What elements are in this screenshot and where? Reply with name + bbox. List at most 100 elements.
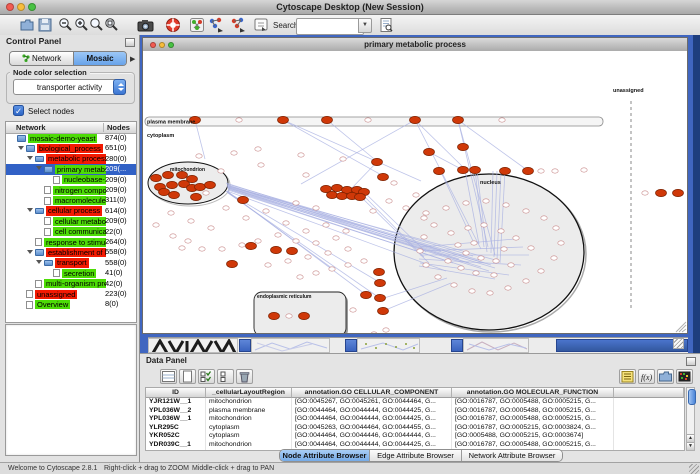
network-node[interactable] [423,263,429,267]
network-node-selected[interactable] [151,174,162,181]
network-node[interactable] [481,223,487,227]
table-cell[interactable]: YKR052C [146,432,206,441]
destroy-view-icon[interactable] [230,17,246,33]
network-view-window[interactable]: primary metabolic process plasma membran… [142,37,688,334]
network-node[interactable] [208,226,214,230]
tree-expander-icon[interactable] [27,250,33,254]
minimized-window[interactable] [251,338,330,353]
network-node[interactable] [642,191,648,195]
table-cell[interactable]: YJR121W__1 [146,398,206,407]
close-button[interactable] [6,3,14,11]
tree-expander-icon[interactable] [18,146,24,150]
net-zoom-button[interactable] [168,42,174,48]
network-node[interactable] [303,173,309,177]
network-node[interactable] [541,216,547,220]
network-node-selected[interactable] [424,148,435,155]
table-cell[interactable]: mitochondrion [206,415,292,424]
network-node[interactable] [493,259,499,263]
network-node[interactable] [513,236,519,240]
net-minimize-button[interactable] [159,42,165,48]
new-attribute-icon[interactable] [179,369,196,384]
network-node[interactable] [421,216,427,220]
network-node[interactable] [255,147,261,151]
network-node[interactable] [255,239,261,243]
search-dropdown-arrow[interactable]: ▼ [358,18,372,33]
float-panel-icon[interactable] [125,38,135,47]
network-node[interactable] [465,226,471,230]
plasma-membrane-compartment[interactable] [145,117,603,126]
network-canvas[interactable]: plasma membranecytoplasmmitochondrionnuc… [143,51,687,333]
network-node-selected[interactable] [167,181,178,188]
network-node[interactable] [528,246,534,250]
select-nodes-checkbox[interactable]: ✓ [13,105,24,116]
network-node-selected[interactable] [375,279,386,286]
network-node[interactable] [170,234,176,238]
table-cell[interactable]: [GO:0016787, GO:0005488, GO:0005215, G..… [452,415,614,424]
network-node-selected[interactable] [238,196,249,203]
network-node[interactable] [421,235,427,239]
net-close-button[interactable] [150,42,156,48]
zoom-in-icon[interactable] [73,17,89,33]
minimized-window-icon[interactable] [451,339,463,352]
table-cell[interactable]: mitochondrion [206,398,292,407]
network-node[interactable] [458,266,464,270]
network-node[interactable] [219,247,225,251]
tab-network[interactable]: Network [10,52,74,65]
network-node[interactable] [293,239,299,243]
network-node[interactable] [263,209,269,213]
table-scrollbar[interactable]: ▲ ▼ [686,387,695,451]
network-node-selected[interactable] [375,294,386,301]
network-window-titlebar[interactable]: primary metabolic process [143,38,687,52]
network-node[interactable] [293,201,299,205]
network-node[interactable] [491,273,497,277]
advanced-search-icon[interactable] [378,17,394,33]
network-node[interactable] [469,289,475,293]
network-node[interactable] [323,223,329,227]
app-resize-grip[interactable] [689,464,699,474]
network-node-selected[interactable] [673,189,684,196]
network-node[interactable] [168,211,174,215]
scroll-down-arrow[interactable]: ▼ [687,442,694,450]
network-manager-icon[interactable] [189,17,205,33]
network-node[interactable] [325,251,331,255]
network-node-selected[interactable] [287,247,298,254]
scrollbar-thumb[interactable] [688,389,696,405]
network-node[interactable] [423,211,429,215]
network-node[interactable] [343,229,349,233]
network-node[interactable] [417,249,423,253]
network-node-selected[interactable] [195,183,206,190]
network-node[interactable] [313,241,319,245]
tree-row[interactable]: nucleobase-209(0) [6,175,136,185]
main-titlebar[interactable]: Cytoscape Desktop (New Session) [0,0,700,15]
tree-expander-icon[interactable] [27,156,33,160]
network-node[interactable] [365,118,371,122]
zoom-out-icon[interactable] [57,17,73,33]
tree-expander-icon[interactable] [27,208,33,212]
network-node[interactable] [435,275,441,279]
network-node[interactable] [553,226,559,230]
table-cell[interactable]: cytoplasm [206,424,292,433]
attribute-table-icon[interactable] [160,369,177,384]
network-node-selected[interactable] [378,173,389,180]
unselect-attributes-icon[interactable] [217,369,234,384]
snapshot-camera-icon[interactable] [137,17,153,33]
function-builder-icon[interactable]: f(x) [638,369,655,384]
network-node[interactable] [361,259,367,263]
network-node[interactable] [403,206,409,210]
tree-row[interactable]: metabolic process280(0) [6,154,136,164]
tree-row[interactable]: Overview8(0) [6,299,136,309]
network-node[interactable] [188,219,194,223]
tree-row[interactable]: multi-organism pro42(0) [6,279,136,289]
tree-row[interactable]: mosaic-demo-yeast874(0) [6,133,136,143]
network-node-selected[interactable] [453,116,464,123]
search-input[interactable] [296,18,364,35]
minimize-button[interactable] [17,3,25,11]
network-node-selected[interactable] [355,193,366,200]
network-node-selected[interactable] [271,246,282,253]
network-node-selected[interactable] [246,242,257,249]
network-node-selected[interactable] [470,166,481,173]
tab-mosaic[interactable]: Mosaic [74,52,126,65]
delete-attribute-icon[interactable] [236,369,253,384]
network-node[interactable] [303,229,309,233]
select-attributes-icon[interactable] [198,369,215,384]
